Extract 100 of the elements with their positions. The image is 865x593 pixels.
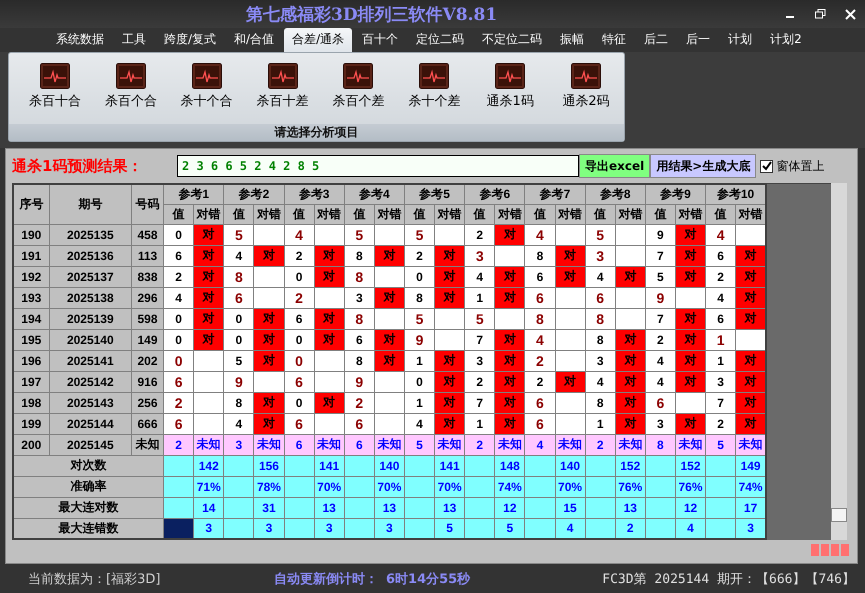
table-cell: 0 (404, 371, 435, 392)
table-cell: 4 (524, 329, 555, 350)
table-cell: 3 (464, 245, 495, 266)
analysis-button[interactable]: 杀百十合 (17, 63, 93, 124)
table-cell: 6 (645, 392, 676, 413)
result-cell: 对 (314, 245, 344, 266)
table-cell: 13 (615, 497, 646, 518)
prediction-field[interactable]: 2 3 6 6 5 2 4 2 8 5 (177, 155, 579, 177)
analysis-button[interactable]: 杀百十差 (244, 63, 320, 124)
table-cell: 2025144 (49, 413, 132, 434)
table-cell: 8 (524, 308, 555, 329)
table-cell: 5 (404, 224, 435, 245)
menu-tab[interactable]: 振幅 (552, 28, 592, 52)
blank-cell[interactable] (164, 518, 194, 539)
table-cell: 7 (464, 329, 495, 350)
table-cell: 2 (284, 287, 314, 308)
table-cell: 70% (314, 476, 344, 497)
table-cell: 838 (131, 266, 164, 287)
table-cell: 4 (645, 350, 676, 371)
menu-tab[interactable]: 跨度/复式 (156, 28, 224, 52)
latest-draw-text: FC3D第 2025144 期开：【666】【746】 (602, 570, 855, 588)
generate-button[interactable]: 用结果>生成大底 (650, 154, 756, 178)
heartbeat-monitor-icon (343, 63, 374, 89)
menu-tab[interactable]: 工具 (114, 28, 154, 52)
column-header: 参考6 (464, 184, 525, 204)
column-header: 值 (164, 204, 194, 224)
table-cell: 2 (404, 245, 435, 266)
menu-tab[interactable]: 后二 (636, 28, 676, 52)
table-cell: 191 (13, 245, 50, 266)
table-cell: 13 (434, 497, 465, 518)
table-cell: 8 (585, 392, 616, 413)
table-cell: 197 (13, 371, 50, 392)
table-cell: 2025136 (49, 245, 132, 266)
table-cell: 3 (585, 245, 616, 266)
analysis-button[interactable]: 通杀1码 (472, 63, 548, 124)
table-cell: 4 (164, 287, 194, 308)
table-cell: 2 (464, 371, 495, 392)
blank-cell[interactable] (164, 476, 194, 497)
analysis-button[interactable]: 杀十个合 (168, 63, 245, 124)
table-cell: 2 (615, 518, 646, 539)
analysis-button[interactable]: 杀百个合 (92, 63, 169, 124)
table-cell: 141 (434, 455, 465, 476)
table-cell: 142 (194, 455, 224, 476)
table-cell: 0 (284, 392, 314, 413)
table-cell: 7 (645, 245, 676, 266)
blank-cell[interactable] (164, 497, 194, 518)
result-cell: 对 (615, 392, 646, 413)
analysis-button[interactable]: 通杀2码 (548, 63, 624, 124)
analysis-button[interactable]: 杀百个差 (320, 63, 396, 124)
table-cell: 17 (736, 497, 766, 518)
table-cell: 2025139 (49, 308, 132, 329)
menu-tab[interactable]: 和/合值 (226, 28, 282, 52)
table-cell: 193 (13, 287, 50, 308)
menu-tab[interactable]: 百十个 (354, 28, 406, 52)
topmost-checkbox[interactable] (760, 160, 774, 172)
menu-tab[interactable]: 特征 (594, 28, 634, 52)
table-cell: 4 (524, 434, 555, 455)
table-cell: 8 (344, 266, 374, 287)
table-cell: 2025140 (49, 329, 132, 350)
table-cell: 4 (645, 371, 676, 392)
analysis-button[interactable]: 杀十个差 (396, 63, 472, 124)
result-cell: 对 (314, 266, 344, 287)
table-cell: 5 (224, 224, 254, 245)
scrollbar[interactable] (831, 183, 847, 540)
heartbeat-monitor-icon (116, 63, 146, 89)
table-cell: 未知 (615, 434, 646, 455)
table-cell: 未知 (254, 434, 284, 455)
menu-tab[interactable]: 系统数据 (48, 28, 112, 52)
result-cell: 对 (434, 266, 465, 287)
table-cell: 0 (284, 329, 314, 350)
result-cell: 对 (194, 329, 224, 350)
menu-tab[interactable]: 定位二码 (408, 28, 472, 52)
table-cell: 0 (404, 266, 435, 287)
table-cell: 666 (131, 413, 164, 434)
heartbeat-monitor-icon (571, 63, 602, 89)
table-cell: 9 (224, 371, 254, 392)
table-cell: 5 (404, 434, 435, 455)
result-cell: 对 (494, 350, 525, 371)
table-cell: 2 (464, 224, 495, 245)
menu-tab[interactable]: 不定位二码 (474, 28, 550, 52)
table-cell: 149 (131, 329, 164, 350)
table-cell: 149 (736, 455, 766, 476)
result-cell: 对 (494, 287, 525, 308)
table-cell: 5 (404, 308, 435, 329)
result-cell: 对 (675, 224, 706, 245)
menu-tab[interactable]: 计划2 (762, 28, 810, 52)
table-cell: 未知 (675, 434, 706, 455)
result-cell: 对 (736, 308, 766, 329)
table-cell: 6 (344, 329, 374, 350)
table-cell: 2025142 (49, 371, 132, 392)
menu-tab[interactable]: 计划 (720, 28, 760, 52)
menu-tab[interactable]: 后一 (678, 28, 718, 52)
export-button[interactable]: 导出excel (579, 154, 650, 178)
result-cell: 对 (314, 308, 344, 329)
menu-tab[interactable]: 合差/通杀 (284, 28, 352, 52)
table-cell: 7 (706, 392, 736, 413)
table-cell: 199 (13, 413, 50, 434)
result-cell: 对 (254, 350, 284, 371)
table-cell: 0 (164, 329, 194, 350)
blank-cell[interactable] (164, 455, 194, 476)
